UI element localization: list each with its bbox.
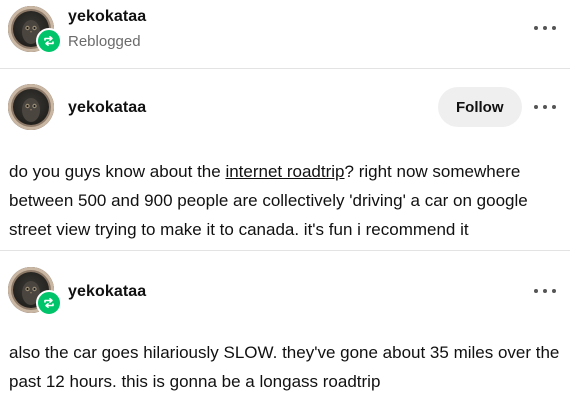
avatar[interactable]	[8, 84, 54, 130]
reblog-badge	[36, 28, 62, 54]
post-author-username[interactable]: yekokataa	[68, 99, 146, 117]
post-body: do you guys know about the internet road…	[9, 157, 561, 244]
reblog-icon	[44, 298, 54, 308]
reblogged-label: Reblogged	[68, 33, 141, 50]
post-text-before-link: do you guys know about the	[9, 162, 226, 181]
reblogger-username[interactable]: yekokataa	[68, 8, 146, 26]
reblog-badge	[36, 290, 62, 316]
more-options-icon[interactable]	[534, 23, 556, 33]
more-options-icon[interactable]	[534, 286, 556, 296]
original-post: yekokataa Follow do you guys know about …	[0, 69, 570, 250]
reblog-icon	[44, 36, 54, 46]
more-options-icon[interactable]	[534, 102, 556, 112]
comment-author-username[interactable]: yekokataa	[68, 283, 146, 301]
reblog-comment: yekokataa also the car goes hilariously …	[0, 251, 570, 400]
follow-button[interactable]: Follow	[438, 87, 522, 127]
owl-avatar-icon	[22, 98, 40, 122]
reblog-header: yekokataa Reblogged	[0, 0, 570, 68]
comment-body: also the car goes hilariously SLOW. they…	[9, 343, 560, 391]
internet-roadtrip-link[interactable]: internet roadtrip	[225, 162, 344, 181]
